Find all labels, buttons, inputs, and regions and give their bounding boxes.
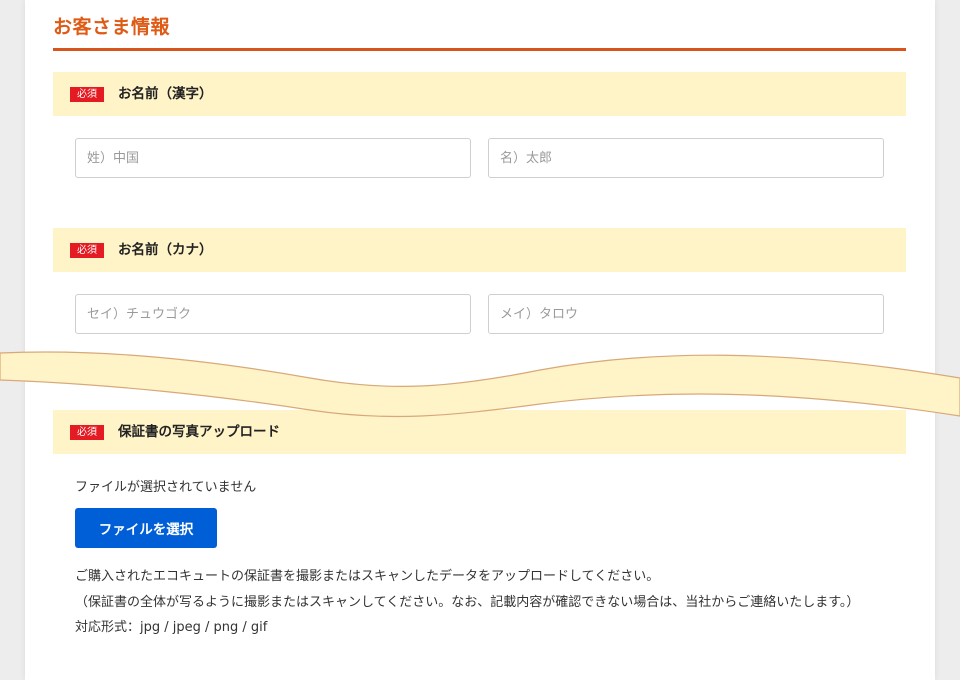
- page-title: お客さま情報: [53, 16, 171, 38]
- upload-instructions: ご購入されたエコキュートの保証書を撮影またはスキャンしたデータをアップロードして…: [75, 564, 905, 641]
- first-name-kanji-input[interactable]: [488, 138, 884, 178]
- last-name-kana-input[interactable]: [75, 294, 471, 334]
- choose-file-button[interactable]: ファイルを選択: [75, 508, 217, 548]
- upload-instruction-line: ご購入されたエコキュートの保証書を撮影またはスキャンしたデータをアップロードして…: [75, 569, 660, 584]
- supported-formats-text: 対応形式：jpg / jpeg / png / gif: [75, 620, 268, 635]
- section-label-warranty-upload: 保証書の写真アップロード: [118, 424, 280, 440]
- required-badge: 必須: [70, 243, 104, 258]
- last-name-kanji-input[interactable]: [75, 138, 471, 178]
- required-badge: 必須: [70, 425, 104, 440]
- section-label-name-kana: お名前（カナ）: [118, 242, 213, 258]
- section-header-name-kana: 必須 お名前（カナ）: [53, 228, 906, 272]
- customer-info-card: お客さま情報 必須 お名前（漢字） 必須 お名前（カナ） 必須 保証書の写真アッ…: [25, 0, 935, 680]
- required-badge: 必須: [70, 87, 104, 102]
- section-label-name-kanji: お名前（漢字）: [118, 86, 213, 102]
- section-header-name-kanji: 必須 お名前（漢字）: [53, 72, 906, 116]
- title-divider: [53, 48, 906, 51]
- section-header-warranty-upload: 必須 保証書の写真アップロード: [53, 410, 906, 454]
- file-status-text: ファイルが選択されていません: [75, 480, 257, 495]
- upload-instruction-note: （保証書の全体が写るように撮影またはスキャンしてください。なお、記載内容が確認で…: [75, 594, 860, 610]
- first-name-kana-input[interactable]: [488, 294, 884, 334]
